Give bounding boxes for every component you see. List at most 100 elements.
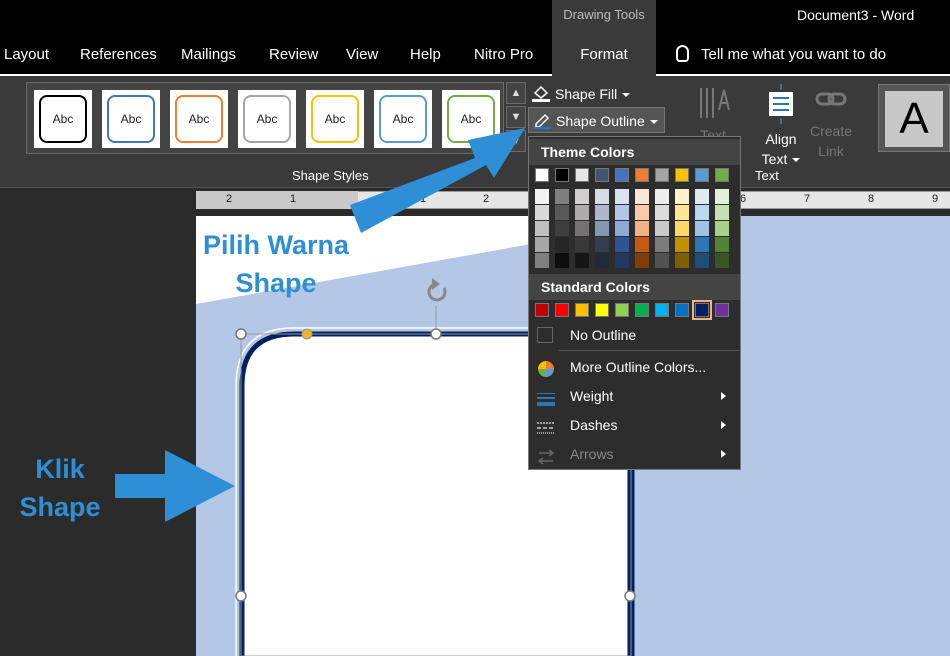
theme-shade-swatch[interactable]	[615, 189, 629, 204]
tab-mailings[interactable]: Mailings	[181, 36, 236, 74]
standard-color-swatch[interactable]	[655, 303, 669, 317]
theme-shade-swatch[interactable]	[595, 189, 609, 204]
theme-shade-swatch[interactable]	[555, 205, 569, 220]
theme-shade-swatch[interactable]	[615, 205, 629, 220]
theme-shade-swatch[interactable]	[535, 189, 549, 204]
text-direction-button[interactable]: Text	[688, 84, 738, 143]
theme-shade-swatch[interactable]	[555, 221, 569, 236]
theme-shade-swatch[interactable]	[555, 253, 569, 268]
theme-shade-swatch[interactable]	[575, 237, 589, 252]
theme-color-swatch[interactable]	[695, 168, 709, 182]
tab-view[interactable]: View	[346, 36, 378, 74]
resize-handle[interactable]	[235, 590, 247, 602]
shape-style-swatch[interactable]: Abc	[442, 90, 500, 148]
tab-format[interactable]: Format	[552, 36, 656, 76]
standard-color-swatch[interactable]	[575, 303, 589, 317]
arrows-item[interactable]: Arrows	[529, 440, 740, 468]
create-link-button[interactable]: Create Link	[806, 84, 856, 161]
theme-shade-swatch[interactable]	[595, 253, 609, 268]
theme-shade-swatch[interactable]	[615, 237, 629, 252]
theme-color-swatch[interactable]	[535, 168, 549, 182]
adjust-handle[interactable]	[301, 328, 313, 340]
theme-shade-swatch[interactable]	[535, 253, 549, 268]
standard-color-swatch[interactable]	[635, 303, 649, 317]
theme-shade-swatch[interactable]	[715, 205, 729, 220]
theme-color-swatch[interactable]	[555, 168, 569, 182]
standard-color-swatch[interactable]	[715, 303, 729, 317]
tab-nitro-pro[interactable]: Nitro Pro	[474, 36, 533, 74]
theme-shade-swatch[interactable]	[655, 253, 669, 268]
theme-shade-swatch[interactable]	[675, 253, 689, 268]
theme-shade-swatch[interactable]	[595, 221, 609, 236]
theme-shade-swatch[interactable]	[635, 221, 649, 236]
theme-shade-swatch[interactable]	[695, 253, 709, 268]
more-outline-colors-item[interactable]: More Outline Colors...	[529, 353, 740, 381]
theme-shade-swatch[interactable]	[695, 237, 709, 252]
resize-handle[interactable]	[430, 328, 442, 340]
theme-shade-swatch[interactable]	[535, 237, 549, 252]
standard-color-swatch[interactable]	[675, 303, 689, 317]
tell-me-search[interactable]: Tell me what you want to do	[676, 36, 886, 74]
theme-shade-swatch[interactable]	[655, 205, 669, 220]
theme-shade-swatch[interactable]	[555, 189, 569, 204]
theme-shade-swatch[interactable]	[535, 205, 549, 220]
standard-color-swatch[interactable]	[615, 303, 629, 317]
theme-shade-swatch[interactable]	[695, 205, 709, 220]
resize-handle[interactable]	[235, 328, 247, 340]
theme-shade-swatch[interactable]	[615, 221, 629, 236]
shape-fill-button[interactable]: Shape Fill	[532, 83, 631, 105]
standard-color-swatch[interactable]	[692, 300, 712, 320]
theme-shade-swatch[interactable]	[655, 237, 669, 252]
theme-shade-swatch[interactable]	[635, 237, 649, 252]
theme-shade-swatch[interactable]	[715, 253, 729, 268]
theme-shade-swatch[interactable]	[635, 205, 649, 220]
theme-color-swatch[interactable]	[675, 168, 689, 182]
theme-shade-swatch[interactable]	[635, 189, 649, 204]
standard-color-swatch[interactable]	[535, 303, 549, 317]
shape-style-swatch[interactable]: Abc	[374, 90, 432, 148]
theme-shade-swatch[interactable]	[635, 253, 649, 268]
wordart-style-button[interactable]: A	[878, 84, 950, 152]
theme-shade-swatch[interactable]	[595, 205, 609, 220]
theme-color-swatch[interactable]	[575, 168, 589, 182]
shape-style-swatch[interactable]: Abc	[102, 90, 160, 148]
dashes-item[interactable]: Dashes	[529, 411, 740, 439]
shape-style-swatch[interactable]: Abc	[238, 90, 296, 148]
theme-shade-swatch[interactable]	[715, 189, 729, 204]
theme-shade-swatch[interactable]	[675, 237, 689, 252]
theme-color-swatch[interactable]	[655, 168, 669, 182]
theme-color-swatch[interactable]	[595, 168, 609, 182]
shape-style-swatch[interactable]: Abc	[34, 90, 92, 148]
theme-shade-swatch[interactable]	[675, 205, 689, 220]
standard-color-swatch[interactable]	[595, 303, 609, 317]
resize-handle[interactable]	[624, 590, 636, 602]
align-text-button[interactable]: Align Text	[756, 84, 806, 169]
theme-shade-swatch[interactable]	[575, 189, 589, 204]
theme-color-swatch[interactable]	[635, 168, 649, 182]
theme-shade-swatch[interactable]	[575, 253, 589, 268]
standard-color-swatch[interactable]	[555, 303, 569, 317]
gallery-down-button[interactable]: ▼	[506, 106, 526, 128]
tab-help[interactable]: Help	[410, 36, 441, 74]
theme-shade-swatch[interactable]	[675, 221, 689, 236]
shape-style-swatch[interactable]: Abc	[306, 90, 364, 148]
rotate-handle-icon[interactable]	[427, 278, 447, 302]
theme-shade-swatch[interactable]	[695, 189, 709, 204]
gallery-more-button[interactable]: ▾	[506, 130, 526, 152]
theme-shade-swatch[interactable]	[575, 221, 589, 236]
theme-shade-swatch[interactable]	[615, 253, 629, 268]
weight-item[interactable]: Weight	[529, 382, 740, 410]
shape-style-swatch[interactable]: Abc	[170, 90, 228, 148]
theme-shade-swatch[interactable]	[535, 221, 549, 236]
theme-shade-swatch[interactable]	[715, 237, 729, 252]
theme-shade-swatch[interactable]	[595, 237, 609, 252]
theme-shade-swatch[interactable]	[655, 189, 669, 204]
theme-shade-swatch[interactable]	[575, 205, 589, 220]
theme-shade-swatch[interactable]	[555, 237, 569, 252]
theme-shade-swatch[interactable]	[695, 221, 709, 236]
theme-color-swatch[interactable]	[715, 168, 729, 182]
shape-outline-button[interactable]: Shape Outline	[528, 107, 665, 133]
theme-shade-swatch[interactable]	[675, 189, 689, 204]
no-outline-item[interactable]: No Outline	[529, 321, 740, 349]
theme-color-swatch[interactable]	[615, 168, 629, 182]
